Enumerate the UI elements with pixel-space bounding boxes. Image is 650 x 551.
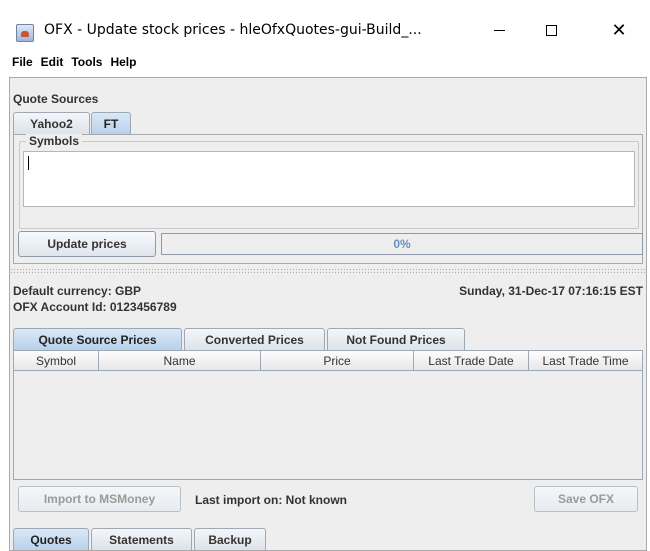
table-header: Symbol Name Price Last Trade Date Last T… xyxy=(14,351,642,371)
maximize-button[interactable] xyxy=(528,14,574,46)
menu-bar: File Edit Tools Help xyxy=(0,50,650,74)
tab-quotes[interactable]: Quotes xyxy=(13,528,89,550)
tab-ft[interactable]: FT xyxy=(91,112,131,134)
tab-not-found-prices[interactable]: Not Found Prices xyxy=(327,328,465,350)
quote-source-panel: Symbols Update prices 0% xyxy=(13,134,643,264)
default-currency: Default currency: GBP xyxy=(13,284,142,298)
maximize-icon xyxy=(545,24,557,36)
menu-help[interactable]: Help xyxy=(110,55,136,69)
tab-yahoo2[interactable]: Yahoo2 xyxy=(13,112,90,134)
text-caret xyxy=(28,156,29,170)
last-import-status: Last import on: Not known xyxy=(195,493,347,507)
ofx-account-id: OFX Account Id: 0123456789 xyxy=(13,300,177,314)
quote-sources-label: Quote Sources xyxy=(13,92,99,106)
split-pane-divider[interactable] xyxy=(10,268,646,275)
update-progress-bar: 0% xyxy=(161,233,643,255)
menu-tools[interactable]: Tools xyxy=(71,55,102,69)
column-price[interactable]: Price xyxy=(261,351,414,371)
java-app-icon xyxy=(16,24,34,42)
menu-edit[interactable]: Edit xyxy=(41,55,64,69)
column-symbol[interactable]: Symbol xyxy=(14,351,99,371)
tab-converted-prices[interactable]: Converted Prices xyxy=(184,328,325,350)
close-button[interactable]: ✕ xyxy=(596,14,642,46)
save-ofx-button[interactable]: Save OFX xyxy=(534,486,638,512)
menu-file[interactable]: File xyxy=(12,55,33,69)
tab-statements[interactable]: Statements xyxy=(91,528,192,550)
title-bar: OFX - Update stock prices - hleOfxQuotes… xyxy=(0,0,650,50)
window-title: OFX - Update stock prices - hleOfxQuotes… xyxy=(44,22,422,38)
main-frame: Quote Sources Yahoo2 FT Symbols Update p… xyxy=(9,77,647,551)
minimize-icon xyxy=(493,29,505,31)
tab-backup[interactable]: Backup xyxy=(194,528,266,550)
column-name[interactable]: Name xyxy=(99,351,261,371)
close-icon: ✕ xyxy=(611,19,627,41)
column-last-trade-date[interactable]: Last Trade Date xyxy=(414,351,529,371)
current-datetime: Sunday, 31-Dec-17 07:16:15 EST xyxy=(459,284,643,298)
symbols-label: Symbols xyxy=(26,134,83,148)
update-prices-button[interactable]: Update prices xyxy=(18,231,156,257)
import-to-msmoney-button[interactable]: Import to MSMoney xyxy=(18,486,181,512)
symbols-input[interactable] xyxy=(23,151,635,207)
column-last-trade-time[interactable]: Last Trade Time xyxy=(529,351,642,371)
progress-text: 0% xyxy=(393,237,411,251)
minimize-button[interactable] xyxy=(476,14,522,46)
symbols-group: Symbols xyxy=(19,134,639,229)
prices-table: Symbol Name Price Last Trade Date Last T… xyxy=(13,350,643,480)
tab-quote-source-prices[interactable]: Quote Source Prices xyxy=(13,328,182,350)
